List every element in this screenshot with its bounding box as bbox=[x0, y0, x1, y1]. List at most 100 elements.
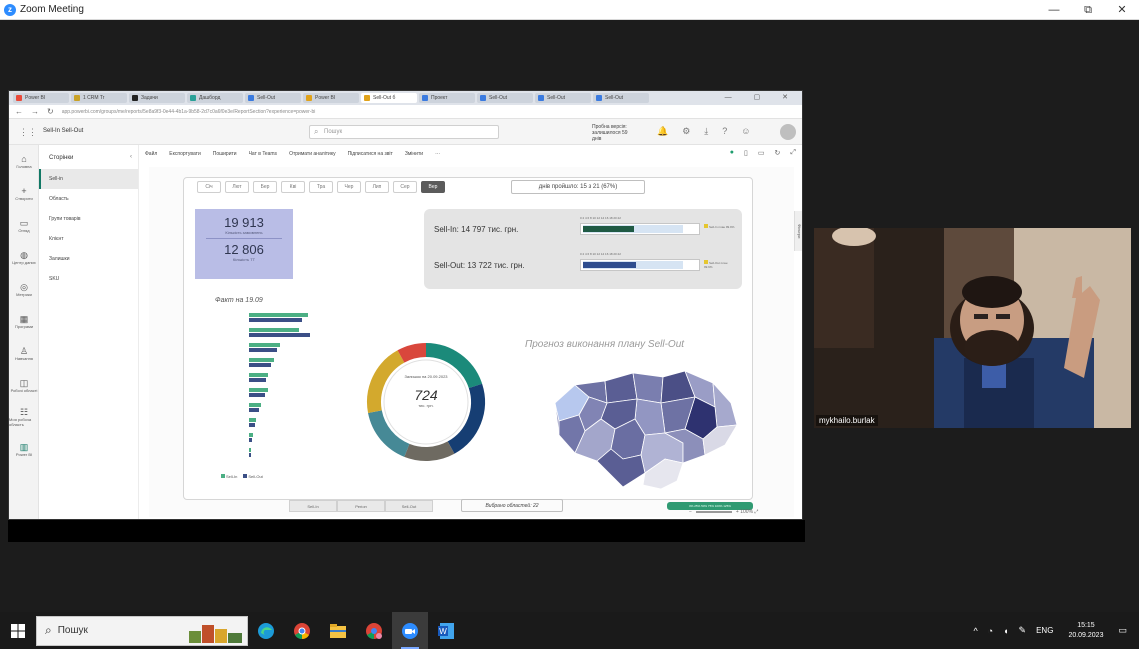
export-menu[interactable]: Експортувати bbox=[169, 151, 200, 157]
nav-workspaces[interactable]: ◫ Робочі області bbox=[9, 369, 39, 401]
browser-tab[interactable]: Sell-Out bbox=[245, 93, 301, 103]
shared-screen[interactable]: Power BI 1 CRM Tr Задачи Дашборд Sell-Ou… bbox=[8, 90, 803, 520]
bar-chart-row[interactable] bbox=[195, 311, 325, 325]
donut-slice[interactable] bbox=[397, 343, 427, 363]
taskbar-chrome[interactable] bbox=[284, 612, 320, 649]
start-button[interactable] bbox=[0, 612, 36, 649]
get-insights-button[interactable]: Отримати аналітику bbox=[289, 151, 336, 157]
edit-button[interactable]: Змінити bbox=[405, 151, 423, 157]
browser-tab-active[interactable]: Sell-Out б bbox=[361, 93, 417, 103]
minimize-button[interactable]: — bbox=[1037, 0, 1071, 20]
filter-tab-sell-in[interactable]: Sell-In bbox=[289, 500, 337, 512]
map-region[interactable] bbox=[632, 372, 664, 404]
nav-home[interactable]: ⌂ Головна bbox=[9, 145, 39, 177]
zoom-out-icon[interactable]: − bbox=[689, 509, 692, 515]
page-item-stock[interactable]: Залишки bbox=[39, 249, 138, 269]
app-launcher-icon[interactable]: ⋮⋮ bbox=[19, 127, 37, 138]
reload-icon[interactable]: ↻ bbox=[47, 107, 54, 116]
share-button[interactable]: Поширити bbox=[213, 151, 237, 157]
refresh-icon[interactable]: ↻ bbox=[775, 149, 781, 157]
network-icon[interactable]: ◔ bbox=[983, 626, 998, 636]
browser-tab[interactable]: Дашборд bbox=[187, 93, 243, 103]
zoom-slider[interactable] bbox=[695, 510, 732, 513]
tray-overflow-icon[interactable]: ^ bbox=[968, 626, 982, 636]
forward-icon[interactable]: → bbox=[31, 107, 39, 116]
taskbar-word[interactable]: W bbox=[428, 612, 464, 649]
url-field[interactable]: app.powerbi.com/groups/me/reports/5e8a9f… bbox=[62, 109, 582, 115]
taskbar-search-input[interactable]: ⌕ Пошук bbox=[36, 615, 248, 646]
fit-page-icon[interactable]: ⤢ bbox=[754, 509, 758, 515]
nav-create[interactable]: + Створити bbox=[9, 177, 39, 209]
page-item-sku[interactable]: SKU bbox=[39, 269, 138, 289]
browser-tab[interactable]: Задачи bbox=[129, 93, 185, 103]
report-name[interactable]: Sell-In Sell-Out bbox=[43, 128, 83, 134]
bar-chart-row[interactable] bbox=[195, 356, 325, 370]
browser-tab[interactable]: Power BI bbox=[13, 93, 69, 103]
view-icon[interactable]: ▭ bbox=[758, 149, 765, 157]
page-item-client[interactable]: Клієнт bbox=[39, 229, 138, 249]
nav-browse[interactable]: ▭ Огляд bbox=[9, 209, 39, 241]
language-indicator[interactable]: ENG bbox=[1031, 626, 1058, 635]
taskbar-chrome-profile[interactable] bbox=[356, 612, 392, 649]
close-button[interactable]: ✕ bbox=[1105, 0, 1139, 20]
month-button[interactable]: Вер bbox=[421, 181, 445, 193]
filter-tab-sell-out[interactable]: Sell-Out bbox=[385, 500, 433, 512]
taskbar-file-explorer[interactable] bbox=[320, 612, 356, 649]
page-item-region[interactable]: Область bbox=[39, 189, 138, 209]
collapse-pages-icon[interactable]: ‹ bbox=[130, 154, 132, 160]
page-item-product-groups[interactable]: Групи товарів bbox=[39, 209, 138, 229]
browser-window-controls[interactable]: — ▢ ✕ bbox=[725, 93, 798, 101]
browser-tab[interactable]: Проект bbox=[419, 93, 475, 103]
pen-icon[interactable]: ✎ bbox=[1014, 625, 1032, 636]
subscribe-button[interactable]: Підписатися на звіт bbox=[348, 151, 393, 157]
feedback-icon[interactable]: ☺ bbox=[741, 126, 750, 137]
filters-pane-toggle[interactable]: Фільтри bbox=[794, 211, 802, 251]
powerbi-search-input[interactable]: Пошук bbox=[309, 125, 499, 139]
month-button[interactable]: Тра bbox=[309, 181, 333, 193]
nav-data-hub[interactable]: ◍ Центр даних bbox=[9, 241, 39, 273]
donut-slice[interactable] bbox=[404, 441, 455, 461]
nav-learn[interactable]: ♙ Навчання bbox=[9, 337, 39, 369]
volume-icon[interactable]: ◖ bbox=[998, 626, 1013, 636]
comment-icon[interactable]: ● bbox=[730, 149, 734, 157]
browser-tab[interactable]: Sell-Out bbox=[477, 93, 533, 103]
bar-chart-row[interactable] bbox=[195, 446, 325, 460]
month-button[interactable]: Бер bbox=[253, 181, 277, 193]
month-button[interactable]: Січ bbox=[197, 181, 221, 193]
back-icon[interactable]: ← bbox=[15, 107, 23, 116]
bar-chart-row[interactable] bbox=[195, 371, 325, 385]
more-options-icon[interactable]: ··· bbox=[435, 151, 440, 157]
settings-icon[interactable]: ⚙ bbox=[682, 126, 690, 137]
nav-metrics[interactable]: ◎ Метрики bbox=[9, 273, 39, 305]
teams-chat-button[interactable]: Чат в Teams bbox=[249, 151, 277, 157]
bookmark-icon[interactable]: ▯ bbox=[744, 149, 748, 157]
taskbar-edge[interactable] bbox=[248, 612, 284, 649]
zoom-in-icon[interactable]: + bbox=[736, 509, 739, 515]
avatar[interactable] bbox=[780, 124, 796, 140]
bar-chart-row[interactable] bbox=[195, 386, 325, 400]
month-button[interactable]: Лют bbox=[225, 181, 249, 193]
nav-power-bi[interactable]: ▥ Power BI bbox=[9, 433, 39, 465]
bar-chart-row[interactable] bbox=[195, 401, 325, 415]
restore-button[interactable]: ⧉ bbox=[1071, 0, 1105, 20]
month-button[interactable]: Кві bbox=[281, 181, 305, 193]
nav-my-workspace[interactable]: ☷ Моя робоча область bbox=[9, 401, 39, 433]
month-button[interactable]: Лип bbox=[365, 181, 389, 193]
bar-chart-row[interactable] bbox=[195, 431, 325, 445]
month-button[interactable]: Сер bbox=[393, 181, 417, 193]
taskbar-zoom[interactable] bbox=[392, 612, 428, 649]
bar-chart-row[interactable] bbox=[195, 416, 325, 430]
notification-icon[interactable]: 🔔 bbox=[657, 126, 668, 137]
browser-tab[interactable]: Power BI bbox=[303, 93, 359, 103]
browser-tab[interactable]: Sell-Out bbox=[593, 93, 649, 103]
month-button[interactable]: Чер bbox=[337, 181, 361, 193]
participant-video[interactable]: mykhailo.burlak bbox=[814, 228, 1131, 428]
page-item-sell-in[interactable]: Sell-in bbox=[39, 169, 138, 189]
browser-tab[interactable]: 1 CRM Tr bbox=[71, 93, 127, 103]
bar-chart-row[interactable] bbox=[195, 326, 325, 340]
notifications-icon[interactable]: ▭ bbox=[1113, 625, 1139, 636]
browser-tab[interactable]: Sell-Out bbox=[535, 93, 591, 103]
file-menu[interactable]: Файл bbox=[145, 151, 157, 157]
filter-tab-region[interactable]: Регіон bbox=[337, 500, 385, 512]
help-icon[interactable]: ? bbox=[722, 126, 727, 137]
